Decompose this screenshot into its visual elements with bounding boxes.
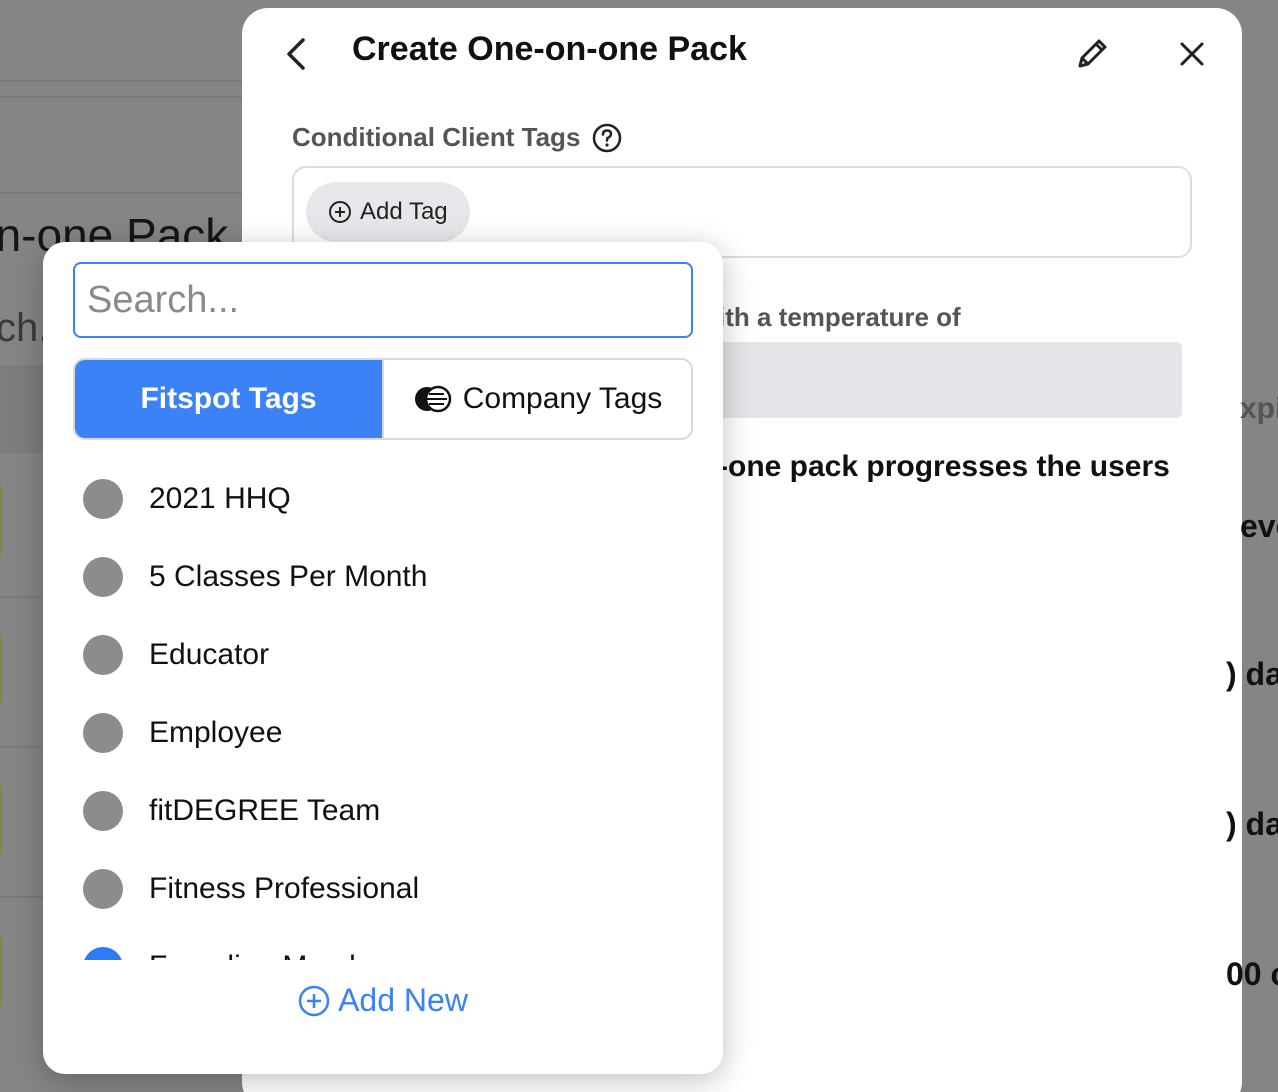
background-row-accent	[0, 780, 2, 860]
list-item[interactable]: Employee	[73, 694, 693, 772]
tag-search-input[interactable]	[73, 262, 693, 338]
list-item[interactable]: fitDEGREE Team	[73, 772, 693, 850]
close-icon	[1180, 42, 1204, 66]
temperature-input[interactable]	[718, 342, 1182, 418]
chevron-left-icon	[287, 38, 305, 70]
modal-title: Create One-on-one Pack	[352, 30, 747, 68]
add-new-label: Add New	[338, 982, 468, 1018]
tab-fitspot-tags[interactable]: Fitspot Tags	[75, 360, 382, 438]
tab-company-tags-label: Company Tags	[462, 382, 663, 415]
tag-color-dot	[83, 869, 123, 909]
temperature-label: ith a temperature of	[718, 302, 961, 332]
tag-name: Founding Member	[149, 950, 392, 960]
add-tag-button[interactable]: Add Tag	[306, 182, 470, 242]
tab-company-tags[interactable]: Company Tags	[382, 360, 691, 438]
company-logo-icon	[414, 385, 451, 413]
tag-name: fitDEGREE Team	[149, 794, 381, 827]
tag-color-dot	[83, 479, 123, 519]
add-new-tag-button[interactable]: Add New	[43, 982, 723, 1019]
background-row-accent	[0, 930, 2, 1010]
background-search-text: ch.	[0, 306, 50, 350]
help-icon[interactable]	[592, 123, 622, 153]
list-item[interactable]: Founding Member	[73, 928, 693, 960]
tag-picker-popover: Fitspot Tags Company Tags 2021 HHQ 5 Cla…	[43, 242, 723, 1074]
tag-name: Fitness Professional	[149, 872, 420, 905]
tab-fitspot-tags-label: Fitspot Tags	[140, 382, 317, 415]
plus-circle-icon	[298, 985, 330, 1016]
plus-circle-icon	[329, 201, 351, 223]
add-tag-label: Add Tag	[360, 198, 448, 225]
background-row-accent	[0, 630, 2, 710]
tag-color-dot	[83, 557, 123, 597]
close-button[interactable]	[1172, 34, 1212, 74]
tag-color-dot	[83, 635, 123, 675]
background-divider	[0, 96, 260, 98]
tag-source-tabs: Fitspot Tags Company Tags	[73, 358, 693, 440]
conditional-tags-label-text: Conditional Client Tags	[292, 122, 581, 152]
tag-name: Educator	[149, 638, 270, 671]
tag-name: 2021 HHQ	[149, 482, 291, 515]
list-item[interactable]: Educator	[73, 616, 693, 694]
background-cell: 00 c	[1226, 956, 1278, 992]
tag-name: Employee	[149, 716, 283, 749]
pencil-icon	[1078, 39, 1107, 68]
background-divider	[0, 192, 260, 194]
tag-name: 5 Classes Per Month	[149, 560, 428, 593]
background-column-header: xpir	[1240, 392, 1278, 425]
conditional-tags-label: Conditional Client Tags	[292, 122, 622, 153]
tag-color-dot	[83, 791, 123, 831]
back-button[interactable]	[278, 34, 314, 74]
tag-list: 2021 HHQ 5 Classes Per Month Educator Em…	[73, 460, 693, 960]
background-divider	[0, 80, 260, 82]
background-cell: ) da	[1226, 656, 1278, 692]
background-row-accent	[0, 480, 2, 560]
list-item[interactable]: 2021 HHQ	[73, 460, 693, 538]
description-text: -one pack progresses the users	[718, 450, 1170, 483]
list-item[interactable]: 5 Classes Per Month	[73, 538, 693, 616]
list-item[interactable]: Fitness Professional	[73, 850, 693, 928]
background-cell: eve	[1240, 508, 1278, 544]
tag-color-dot	[83, 947, 123, 960]
edit-button[interactable]	[1070, 32, 1114, 76]
tag-color-dot	[83, 713, 123, 753]
background-cell: ) da	[1226, 806, 1278, 842]
